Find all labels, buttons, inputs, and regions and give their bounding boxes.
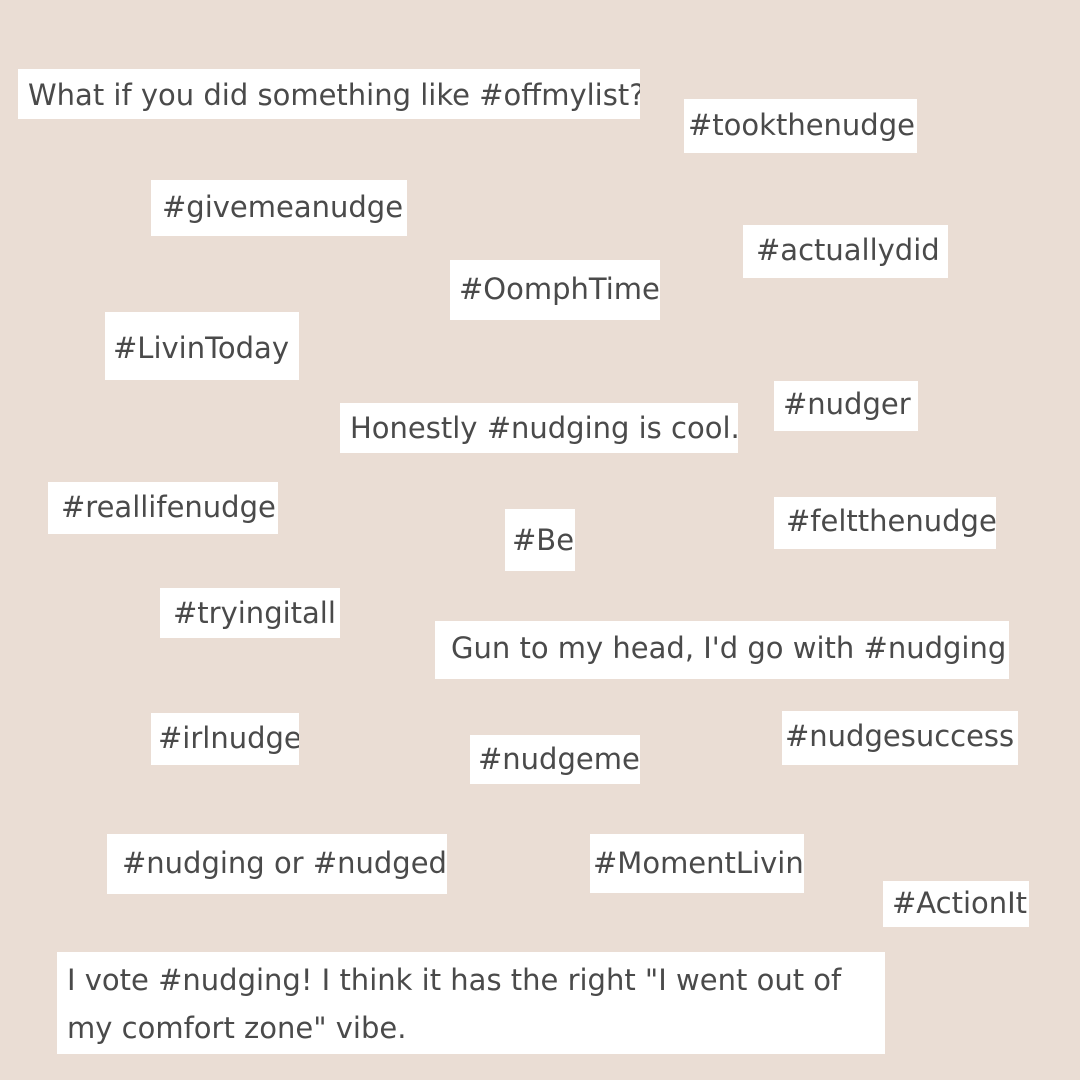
note-text: #givemeanudge: [162, 190, 404, 224]
note-i-vote-nudging: I vote #nudging! I think it has the righ…: [57, 952, 885, 1054]
note-tryingitall: #tryingitall: [160, 588, 340, 638]
note-text: #reallifenudge: [61, 490, 276, 524]
note-text: #Be: [512, 523, 575, 557]
note-feltthenudge: #feltthenudge: [774, 497, 996, 549]
note-givemeanudge: #givemeanudge: [151, 180, 407, 236]
note-honestly-nudging: Honestly #nudging is cool.: [340, 403, 738, 453]
note-livintoday: #LivinToday: [105, 312, 299, 380]
note-text: #nudging or #nudged: [122, 846, 447, 880]
note-nudging-or-nudged: #nudging or #nudged: [107, 834, 447, 894]
note-nudgesuccess: #nudgesuccess: [782, 711, 1018, 765]
note-text: #MomentLivin: [593, 846, 804, 880]
note-text: #OomphTime: [459, 272, 660, 306]
note-oomphtime: #OomphTime: [450, 260, 660, 320]
note-text: #nudgesuccess: [785, 719, 1015, 753]
note-momentlivin: #MomentLivin: [590, 834, 804, 893]
note-text: I vote #nudging! I think it has the righ…: [67, 963, 842, 1045]
note-tookthenudge: #tookthenudge: [684, 99, 917, 153]
note-text: #ActionIt: [892, 886, 1028, 920]
note-nudger: #nudger: [774, 381, 918, 431]
note-text: #nudgeme: [478, 742, 640, 776]
note-offmylist: What if you did something like #offmylis…: [18, 69, 640, 119]
note-text: #nudger: [783, 387, 911, 421]
note-text: #tookthenudge: [688, 108, 915, 142]
note-text: #irlnudge: [158, 721, 299, 755]
note-irlnudge: #irlnudge: [151, 713, 299, 765]
note-text: What if you did something like #offmylis…: [28, 78, 640, 112]
note-text: #LivinToday: [113, 331, 289, 365]
note-text: Honestly #nudging is cool.: [350, 411, 738, 445]
note-actionit: #ActionIt: [883, 881, 1029, 927]
note-text: #actuallydid: [756, 233, 940, 267]
note-gun-to-my-head: Gun to my head, I'd go with #nudging!: [435, 621, 1009, 679]
note-actuallydid: #actuallydid: [743, 225, 948, 278]
note-text: Gun to my head, I'd go with #nudging!: [451, 631, 1009, 665]
note-text: #tryingitall: [173, 596, 336, 630]
note-reallifenudge: #reallifenudge: [48, 482, 278, 534]
note-be: #Be: [505, 509, 575, 571]
hashtag-board: What if you did something like #offmylis…: [0, 0, 1080, 1080]
note-text: #feltthenudge: [786, 504, 996, 538]
note-nudgeme: #nudgeme: [470, 735, 640, 784]
